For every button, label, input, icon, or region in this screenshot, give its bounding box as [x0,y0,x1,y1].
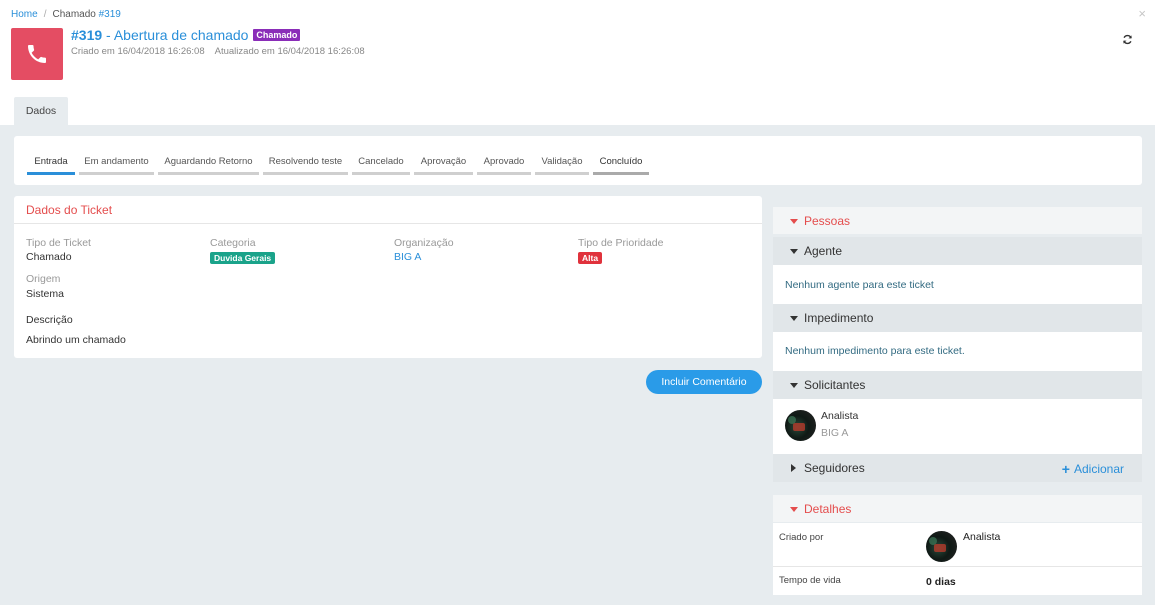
pessoas-header[interactable]: Pessoas [773,207,1142,234]
tipo-ticket-value: Chamado [26,251,72,263]
caret-down-icon [790,316,798,321]
tempo-vida-label: Tempo de vida [779,575,841,586]
caret-down-icon [790,218,798,224]
agente-empty-text: Nenhum agente para este ticket [785,279,934,291]
descricao-label: Descrição [26,314,73,326]
close-icon[interactable]: × [1138,6,1146,21]
prioridade-badge: Alta [578,252,603,264]
origem-value: Sistema [26,288,64,300]
prioridade-label: Tipo de Prioridade [578,237,664,249]
solicitantes-body: Analista BIG A [773,399,1142,454]
updated-at: Atualizado em 16/04/2018 16:26:08 [214,46,365,57]
agente-title: Agente [804,244,843,258]
ticket-data-header: Dados do Ticket [14,196,762,224]
caret-down-icon [790,506,798,512]
status-step-aprovado[interactable]: Aprovado [477,156,531,175]
categoria-badge: Duvida Gerais [210,252,276,264]
status-step-em-andamento[interactable]: Em andamento [79,156,154,175]
detalhes-title: Detalhes [804,501,852,516]
status-step-resolvendo-teste[interactable]: Resolvendo teste [263,156,348,175]
solicitante-org: BIG A [821,427,849,439]
solicitantes-header[interactable]: Solicitantes [773,371,1142,399]
tipo-ticket-label: Tipo de Ticket [26,237,91,249]
detalhes-header[interactable]: Detalhes [773,495,1142,522]
modal-header [0,0,1155,125]
impedimento-empty-text: Nenhum impedimento para este ticket. [785,345,965,357]
criado-por-label: Criado por [779,532,824,543]
tempo-vida-row: Tempo de vida 0 dias [773,567,1142,595]
breadcrumb-ticket-number: #319 [98,9,121,20]
status-step-cancelado[interactable]: Cancelado [352,156,410,175]
impedimento-body: Nenhum impedimento para este ticket. [773,332,1142,371]
caret-down-icon [790,383,798,388]
status-step-entrada[interactable]: Entrada [27,156,75,175]
status-step-aguardando-retorno[interactable]: Aguardando Retorno [158,156,259,175]
organizacao-link[interactable]: BIG A [394,251,421,263]
avatar [785,410,816,441]
seguidores-header[interactable]: Seguidores + Adicionar [773,454,1142,482]
criado-por-row: Criado por Analista [773,523,1142,567]
avatar [926,531,957,562]
impedimento-title: Impedimento [804,311,874,325]
breadcrumb-home-link[interactable]: Home [11,9,38,20]
agente-body: Nenhum agente para este ticket [773,265,1142,304]
ticket-type-badge: Chamado [253,29,301,41]
categoria-label: Categoria [210,237,256,249]
criado-por-value[interactable]: Analista [963,531,1000,543]
tab-dados[interactable]: Dados [14,97,68,125]
add-follower-label: Adicionar [1073,462,1124,476]
caret-right-icon [791,464,796,472]
ticket-data-panel: Dados do Ticket Tipo de Ticket Chamado C… [14,196,762,358]
pessoas-title: Pessoas [804,213,851,228]
add-follower-button[interactable]: + Adicionar [1062,461,1124,477]
phone-icon [11,28,63,80]
breadcrumb-separator: / [43,9,47,20]
organizacao-label: Organização [394,237,454,249]
agente-header[interactable]: Agente [773,237,1142,265]
solicitante-name[interactable]: Analista [821,410,858,422]
breadcrumb-current: Chamado [52,9,96,20]
title-separator: - [102,27,114,43]
status-step-validacao[interactable]: Validação [535,156,589,175]
impedimento-header[interactable]: Impedimento [773,304,1142,332]
breadcrumb: Home / Chamado #319 [11,9,121,20]
status-step-aprovacao[interactable]: Aprovação [414,156,473,175]
descricao-value: Abrindo um chamado [26,334,126,346]
ticket-number: #319 [71,27,103,43]
seguidores-title: Seguidores [804,461,865,475]
caret-down-icon [790,249,798,254]
plus-icon: + [1061,461,1070,477]
ticket-title: Abertura de chamado [113,27,249,43]
add-comment-button[interactable]: Incluir Comentário [646,370,762,394]
status-pipeline: Entrada Em andamento Aguardando Retorno … [14,136,1142,185]
solicitantes-title: Solicitantes [804,378,866,392]
status-step-concluido[interactable]: Concluído [593,156,649,175]
created-at: Criado em 16/04/2018 16:26:08 [71,46,205,57]
ticket-timestamps: Criado em 16/04/2018 16:26:08 Atualizado … [71,46,365,57]
tempo-vida-value: 0 dias [926,576,956,588]
origem-label: Origem [26,273,61,285]
page-title: #319 - Abertura de chamado Chamado [71,27,301,43]
refresh-icon[interactable] [1122,34,1133,48]
